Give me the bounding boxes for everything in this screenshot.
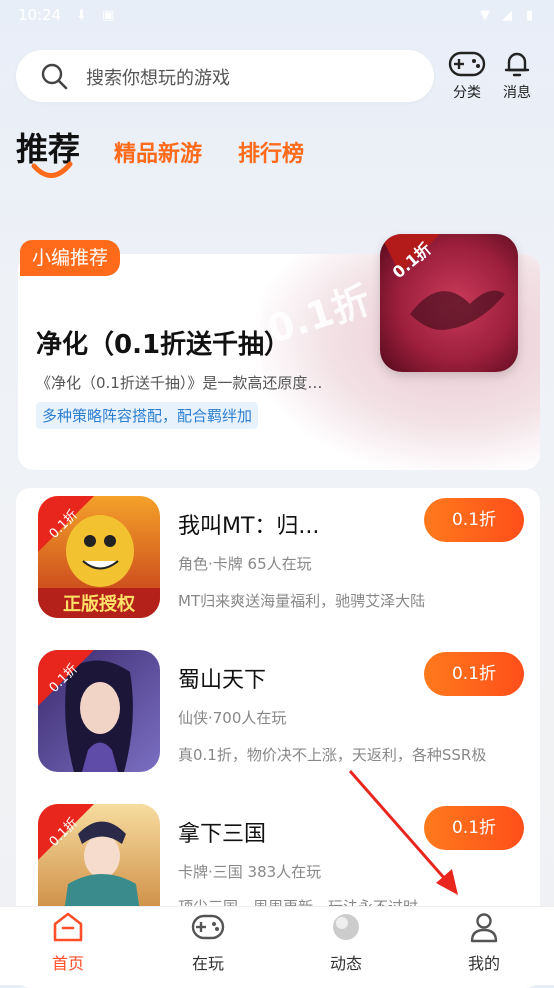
game-description: 真0.1折，物价决不上涨，天返利，各种SSR极: [178, 746, 487, 764]
featured-title: 净化（0.1折送千抽）: [36, 330, 291, 360]
nav-playing-label: 在玩: [191, 954, 224, 973]
status-time: 10:24: [18, 6, 62, 24]
game-description: MT归来爽送海量福利，驰骋艾泽大陆: [178, 592, 426, 610]
nav-profile[interactable]: 我的: [444, 910, 524, 974]
category-button[interactable]: 分类: [440, 48, 494, 104]
game-meta: 卡牌·三国 383人在玩: [178, 863, 322, 881]
messages-label: 消息: [503, 85, 531, 101]
game-icon-text: 正版授权: [63, 593, 136, 615]
game-meta: 角色·卡牌 65人在玩: [178, 555, 312, 573]
download-icon: ⬇: [76, 8, 87, 23]
featured-game-icon[interactable]: 0.1折: [380, 234, 518, 372]
nav-playing[interactable]: 在玩: [168, 910, 248, 974]
tab-new-games[interactable]: 精品新游: [114, 136, 202, 168]
search-bar[interactable]: 搜索你想玩的游戏: [16, 50, 434, 102]
discount-button[interactable]: 0.1折: [424, 652, 524, 696]
wifi-icon: ▼: [480, 8, 490, 23]
game-title: 蜀山天下: [178, 668, 267, 693]
planet-icon: [333, 914, 359, 940]
gamepad-icon: [191, 914, 225, 940]
signal-icon: ◢: [502, 8, 512, 23]
notification-icon: ▣: [102, 8, 115, 23]
game-meta: 仙侠·700人在玩: [178, 709, 287, 727]
game-title: 拿下三国: [178, 822, 267, 847]
status-bar: 10:24 ⬇ ▣ ▼ ◢ ▮: [0, 0, 554, 32]
nav-profile-label: 我的: [467, 954, 500, 973]
featured-tag: 多种策略阵容搭配，配合羁绊加: [36, 402, 259, 429]
battery-icon: ▮: [526, 8, 534, 23]
search-icon: [41, 63, 68, 90]
search-placeholder: 搜索你想玩的游戏: [86, 68, 230, 89]
annotation-arrow: [348, 770, 458, 895]
featured-description: 《净化（0.1折送千抽）》是一款高还原度…: [36, 374, 323, 392]
nav-feed[interactable]: 动态: [306, 910, 386, 974]
tab-rankings[interactable]: 排行榜: [238, 136, 304, 168]
game-icon-shushan[interactable]: 0.1折: [38, 650, 160, 772]
game-title: 我叫MT：归...: [178, 514, 320, 539]
game-icon-mt[interactable]: 正版授权 0.1折: [38, 496, 160, 618]
active-tab-indicator: [31, 161, 73, 178]
discount-button[interactable]: 0.1折: [424, 498, 524, 542]
nav-home-label: 首页: [51, 954, 84, 973]
category-label: 分类: [453, 85, 481, 101]
gamepad-icon: [448, 51, 486, 77]
game-icon-sanguo[interactable]: 0.1折: [38, 804, 160, 906]
nav-home[interactable]: 首页: [28, 910, 108, 974]
editor-pick-badge: 小编推荐: [20, 240, 121, 276]
nav-feed-label: 动态: [329, 954, 362, 973]
bell-icon: [504, 52, 530, 77]
profile-icon: [470, 913, 498, 943]
messages-button[interactable]: 消息: [490, 48, 544, 104]
home-icon: [53, 912, 83, 942]
